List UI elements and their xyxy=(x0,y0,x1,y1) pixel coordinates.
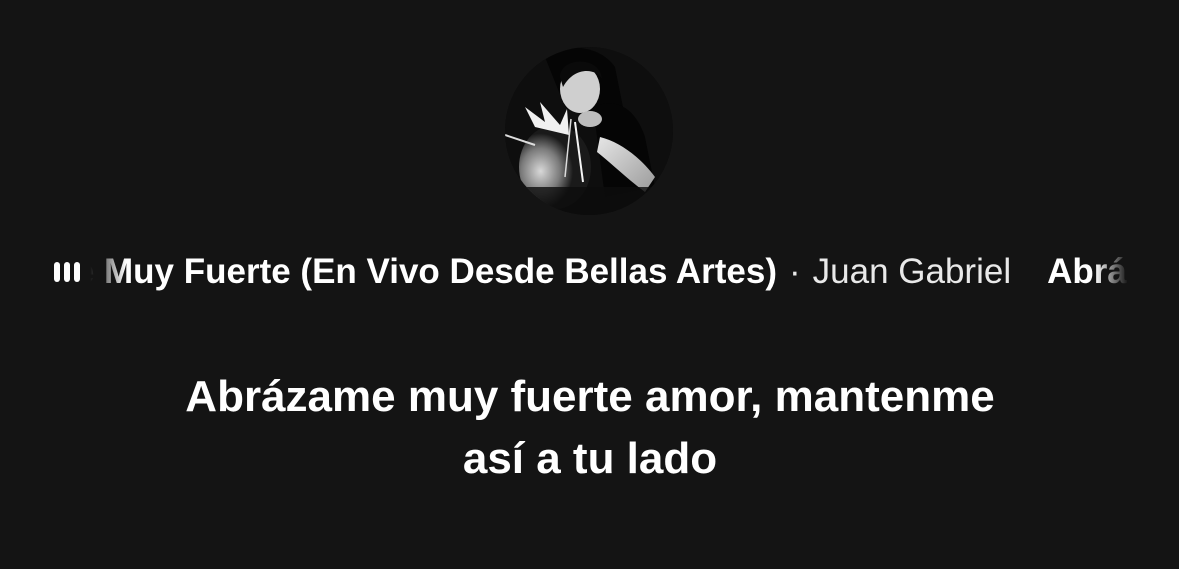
equalizer-bars-icon xyxy=(54,262,84,282)
separator-dot: · xyxy=(789,252,801,291)
song-title-repeat: Abrázame Muy Fuerte (En Vivo Desde Bella… xyxy=(1047,252,1128,291)
lyrics-screen: Abrázame Muy Fuerte (En Vivo Desde Bella… xyxy=(0,0,1179,569)
current-lyric: Abrázame muy fuerte amor, mantenme así a… xyxy=(90,366,1090,490)
artist-name: Juan Gabriel xyxy=(812,252,1012,291)
lyric-line-1: Abrázame muy fuerte amor, mantenme xyxy=(185,372,995,421)
ticker-text: Abrázame Muy Fuerte (En Vivo Desde Bella… xyxy=(90,252,1128,292)
now-playing-bar[interactable]: Abrázame Muy Fuerte (En Vivo Desde Bella… xyxy=(0,246,1179,298)
now-playing-ticker: Abrázame Muy Fuerte (En Vivo Desde Bella… xyxy=(90,246,1128,298)
singer-photo-avatar xyxy=(505,47,673,215)
artist-artwork[interactable] xyxy=(505,47,673,215)
lyric-line-2: así a tu lado xyxy=(462,434,718,483)
song-title: Abrázame Muy Fuerte (En Vivo Desde Bella… xyxy=(90,252,777,291)
